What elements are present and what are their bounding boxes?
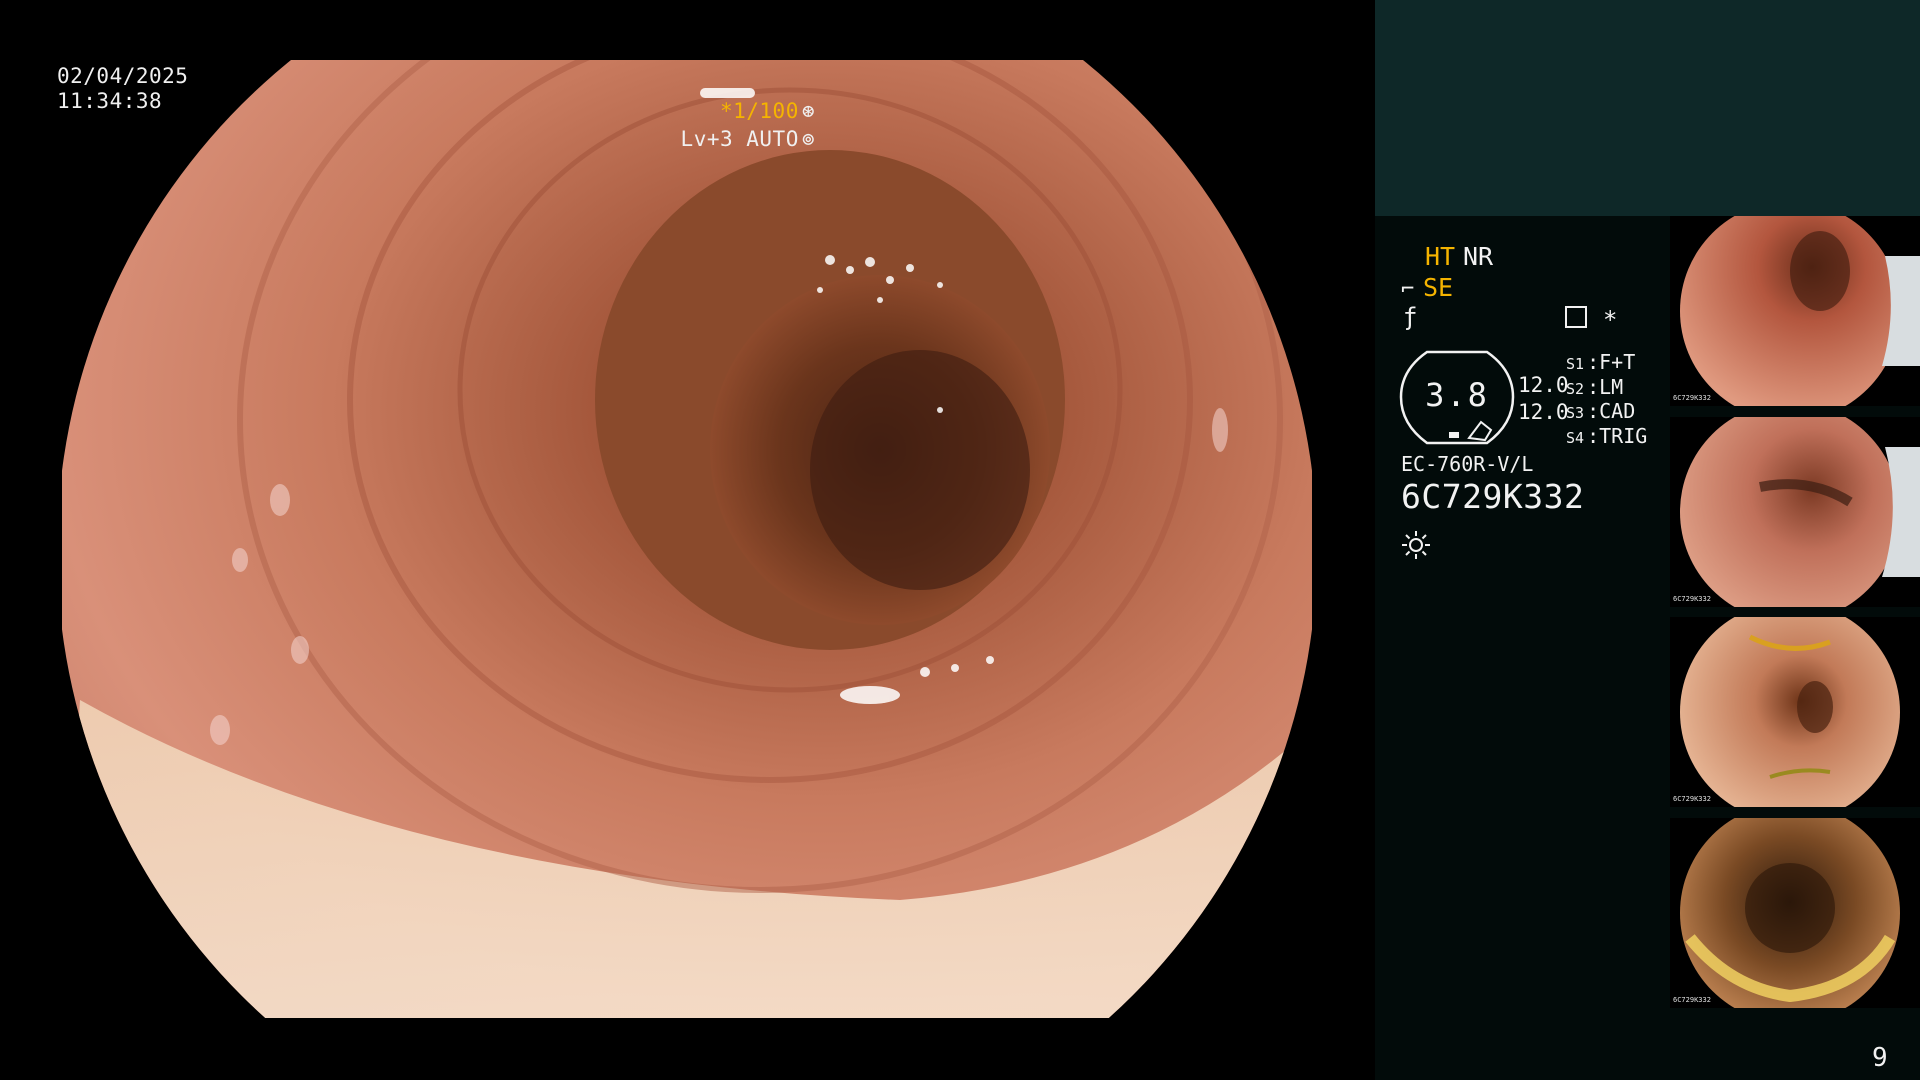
switch-s1: S1:F+T — [1566, 350, 1636, 374]
gauge-value: 3.8 — [1425, 376, 1489, 414]
switch-value: TRIG — [1599, 424, 1648, 448]
memo-icon — [1565, 306, 1587, 328]
ht-indicator: HT — [1425, 242, 1456, 271]
captured-thumbnail-4[interactable]: 6C729K332 — [1670, 818, 1920, 1008]
switch-s4: S4:TRIG — [1566, 424, 1648, 448]
endoscopy-screen: 02/04/2025 11:34:38 *1/100 ⊛ Lv+3 AUTO ⊚ H… — [0, 0, 1920, 1080]
asterisk-icon: * — [1603, 306, 1618, 334]
thumbnail-serial: 6C729K332 — [1673, 595, 1711, 603]
exam-time: 11:34:38 — [57, 89, 163, 113]
switch-key: S2 — [1566, 380, 1585, 398]
se-indicator: ⌐ SE — [1401, 274, 1453, 304]
endoscope-live-view: 02/04/2025 11:34:38 *1/100 ⊛ Lv+3 AUTO ⊚ — [0, 0, 1375, 1080]
thumbnail-serial: 6C729K332 — [1673, 394, 1711, 402]
f-icon: ƒ — [1403, 303, 1418, 331]
captured-thumbnail-3[interactable]: 6C729K332 — [1670, 617, 1920, 807]
flash-icon: ⊛ — [801, 99, 815, 123]
switch-key: S1 — [1566, 355, 1585, 373]
brightness-gauge: 3.8 — [1399, 350, 1515, 445]
scope-wire-icon: ⌐ — [1401, 277, 1415, 302]
thumbnail-serial: 6C729K332 — [1673, 996, 1711, 1004]
switch-value: F+T — [1599, 350, 1636, 374]
switch-value: LM — [1599, 375, 1624, 399]
endoscope-image — [62, 60, 1312, 1018]
exam-date: 02/04/2025 — [57, 64, 189, 88]
switch-key: S3 — [1566, 404, 1585, 422]
switch-value: CAD — [1599, 399, 1636, 423]
iris-value: Lv+3 AUTO — [680, 127, 799, 151]
iris-icon: ⊚ — [801, 127, 815, 151]
light-icon — [1402, 531, 1430, 559]
scope-model: EC-760R-V/L — [1401, 452, 1534, 476]
param-1: 12.0 — [1518, 373, 1569, 397]
panel-header-area — [1375, 0, 1920, 216]
switch-s2: S2:LM — [1566, 375, 1624, 399]
switch-key: S4 — [1566, 429, 1585, 447]
captured-thumbnail-1[interactable]: 6C729K332 — [1670, 216, 1920, 406]
switch-s3: S3:CAD — [1566, 399, 1636, 423]
se-label: SE — [1423, 273, 1454, 302]
thumbnail-serial: 6C729K332 — [1673, 795, 1711, 803]
captured-thumbnail-2[interactable]: 6C729K332 — [1670, 417, 1920, 607]
iris-readout: Lv+3 AUTO ⊚ — [681, 126, 815, 152]
param-2: 12.0 — [1518, 400, 1569, 424]
scope-serial: 6C729K332 — [1401, 477, 1585, 516]
shutter-readout: *1/100 ⊛ — [720, 98, 815, 124]
status-panel: HT NR ⌐ SE ƒ * 3.8 12.0 12.0 S1:F+T S2:LM… — [1375, 0, 1920, 1080]
page-number: 9 — [1872, 1043, 1888, 1073]
nr-indicator: NR — [1463, 242, 1494, 271]
shutter-value: *1/100 — [719, 99, 799, 123]
